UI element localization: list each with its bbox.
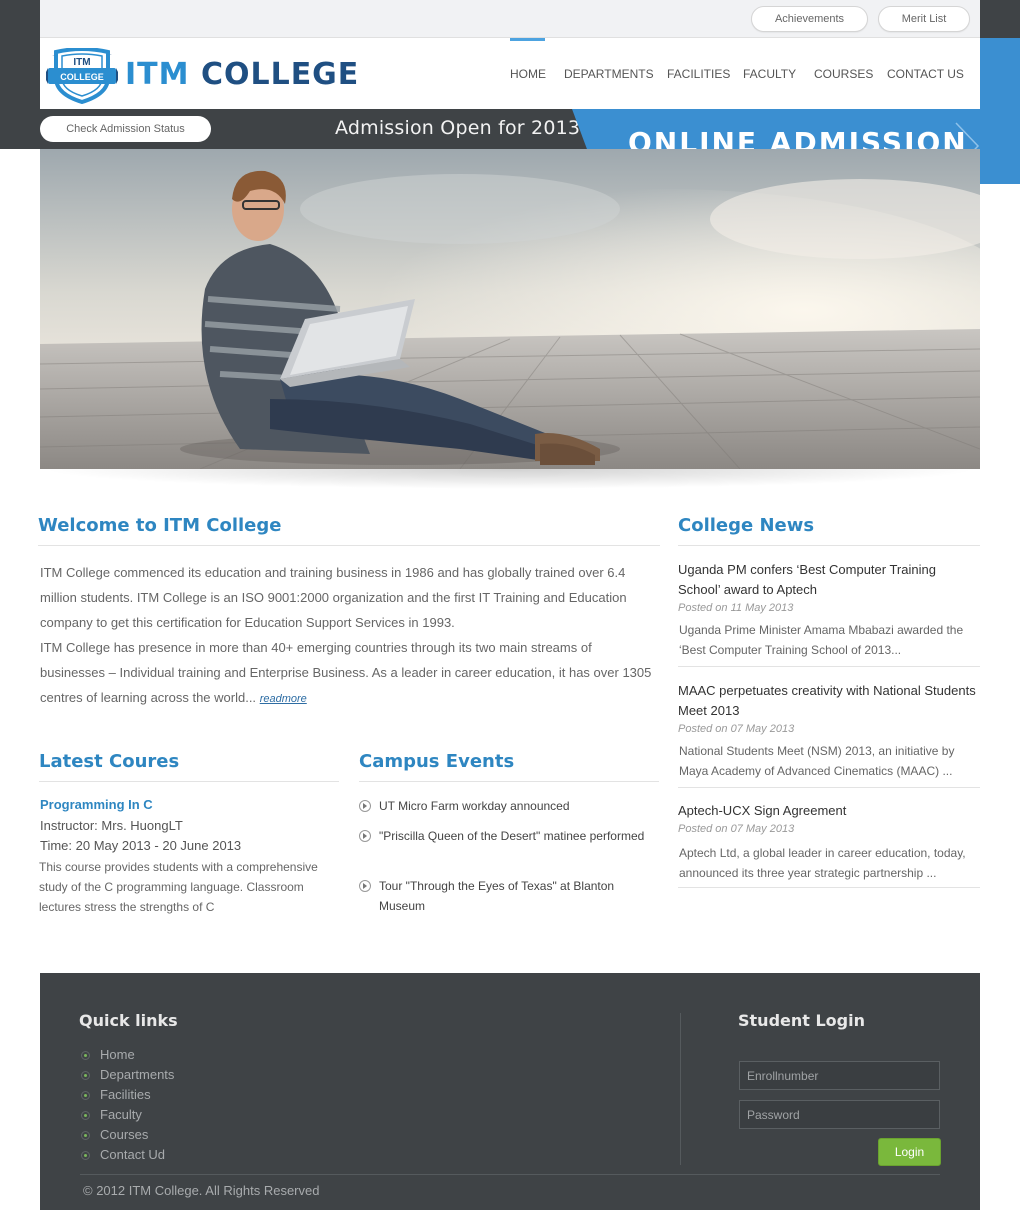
college-news-heading: College News — [678, 515, 815, 536]
bullet-icon — [81, 1071, 90, 1080]
divider — [678, 887, 980, 888]
nav-departments[interactable]: DEPARTMENTS — [564, 38, 654, 109]
bullet-icon — [81, 1151, 90, 1160]
course-instructor: Instructor: Mrs. HuongLT — [40, 818, 183, 833]
bullet-icon — [81, 1051, 90, 1060]
bullet-icon — [81, 1091, 90, 1100]
news-summary: Aptech Ltd, a global leader in career ed… — [679, 846, 966, 880]
bullet-icon — [81, 1131, 90, 1140]
quick-link-faculty[interactable]: Faculty — [81, 1107, 142, 1122]
welcome-para-2: ITM College has presence in more than 40… — [40, 640, 652, 705]
event-text[interactable]: Tour "Through the Eyes of Texas" at Blan… — [359, 876, 659, 916]
event-text[interactable]: "Priscilla Queen of the Desert" matinee … — [359, 826, 659, 846]
readmore-link[interactable]: readmore — [260, 693, 307, 705]
nav-courses[interactable]: COURSES — [814, 38, 873, 109]
quick-link-facilities[interactable]: Facilities — [81, 1087, 151, 1102]
divider — [678, 787, 980, 788]
logo-badge-bottom: COLLEGE — [60, 72, 104, 82]
bullet-icon — [81, 1111, 90, 1120]
login-button[interactable]: Login — [878, 1138, 941, 1166]
nav-home[interactable]: HOME — [510, 38, 546, 109]
brand-part-itm: ITM — [125, 57, 190, 92]
divider — [39, 781, 339, 782]
college-shield-logo[interactable]: ITM COLLEGE — [46, 48, 118, 104]
merit-list-link[interactable]: Merit List — [878, 6, 970, 32]
quick-link-departments[interactable]: Departments — [81, 1067, 174, 1082]
brand-part-college: COLLEGE — [200, 57, 360, 92]
course-title-link[interactable]: Programming In C — [40, 797, 153, 812]
welcome-para-1: ITM College commenced its education and … — [40, 565, 627, 630]
news-summary: National Students Meet (NSM) 2013, an in… — [679, 744, 955, 778]
achievements-link[interactable]: Achievements — [751, 6, 868, 32]
divider — [678, 666, 980, 667]
brand-name[interactable]: ITM COLLEGE — [125, 57, 359, 92]
latest-courses-heading: Latest Coures — [39, 751, 180, 772]
site-footer: Quick links Home Departments Facilities … — [40, 973, 980, 1210]
quick-link-home[interactable]: Home — [81, 1047, 135, 1062]
news-date: Posted on 07 May 2013 — [678, 823, 795, 835]
site-header: ITM COLLEGE ITM COLLEGE HOME DEPARTMENTS… — [40, 38, 980, 109]
event-text[interactable]: UT Micro Farm workday announced — [359, 796, 659, 816]
nav-faculty[interactable]: FACULTY — [743, 38, 796, 109]
divider — [678, 545, 980, 546]
top-utility-bar: Achievements Merit List — [40, 0, 980, 38]
hero-image — [40, 149, 980, 469]
news-summary: Uganda Prime Minister Amama Mbabazi awar… — [679, 623, 964, 657]
divider — [359, 781, 659, 782]
password-input[interactable] — [739, 1100, 940, 1129]
nav-contact-us[interactable]: CONTACT US — [887, 38, 964, 109]
news-date: Posted on 07 May 2013 — [678, 723, 795, 735]
quick-link-courses[interactable]: Courses — [81, 1127, 148, 1142]
course-description: This course provides students with a com… — [39, 860, 318, 914]
news-date: Posted on 11 May 2013 — [678, 602, 794, 614]
news-title-link[interactable]: Aptech-UCX Sign Agreement — [678, 801, 980, 821]
event-item[interactable]: "Priscilla Queen of the Desert" matinee … — [359, 826, 659, 846]
enroll-number-input[interactable] — [739, 1061, 940, 1090]
news-item: Aptech-UCX Sign Agreement Posted on 07 M… — [678, 801, 980, 883]
footer-rule — [80, 1174, 940, 1175]
news-item: MAAC perpetuates creativity with Nationa… — [678, 681, 980, 781]
logo-badge-top: ITM — [73, 57, 90, 68]
check-admission-status-button[interactable]: Check Admission Status — [40, 116, 211, 142]
arrow-circle-icon — [359, 800, 371, 812]
welcome-text: ITM College commenced its education and … — [40, 560, 660, 712]
arrow-circle-icon — [359, 830, 371, 842]
footer-divider — [680, 1013, 681, 1165]
event-item[interactable]: UT Micro Farm workday announced — [359, 796, 659, 816]
news-title-link[interactable]: Uganda PM confers ‘Best Computer Trainin… — [678, 560, 980, 600]
student-login-heading: Student Login — [738, 1011, 865, 1030]
news-title-link[interactable]: MAAC perpetuates creativity with Nationa… — [678, 681, 980, 721]
news-item: Uganda PM confers ‘Best Computer Trainin… — [678, 560, 980, 660]
nav-facilities[interactable]: FACILITIES — [667, 38, 730, 109]
admission-open-text: Admission Open for 2013 — [335, 117, 581, 139]
quick-links-heading: Quick links — [79, 1011, 178, 1030]
divider — [38, 545, 660, 546]
campus-events-heading: Campus Events — [359, 751, 515, 772]
header-accent — [980, 38, 1020, 184]
event-item[interactable]: Tour "Through the Eyes of Texas" at Blan… — [359, 876, 659, 916]
welcome-heading: Welcome to ITM College — [38, 515, 282, 536]
arrow-circle-icon — [359, 880, 371, 892]
hero-shadow — [40, 469, 980, 489]
copyright-text: © 2012 ITM College. All Rights Reserved — [83, 1183, 320, 1198]
course-time: Time: 20 May 2013 - 20 June 2013 — [40, 838, 242, 853]
quick-link-contact[interactable]: Contact Ud — [81, 1147, 165, 1162]
